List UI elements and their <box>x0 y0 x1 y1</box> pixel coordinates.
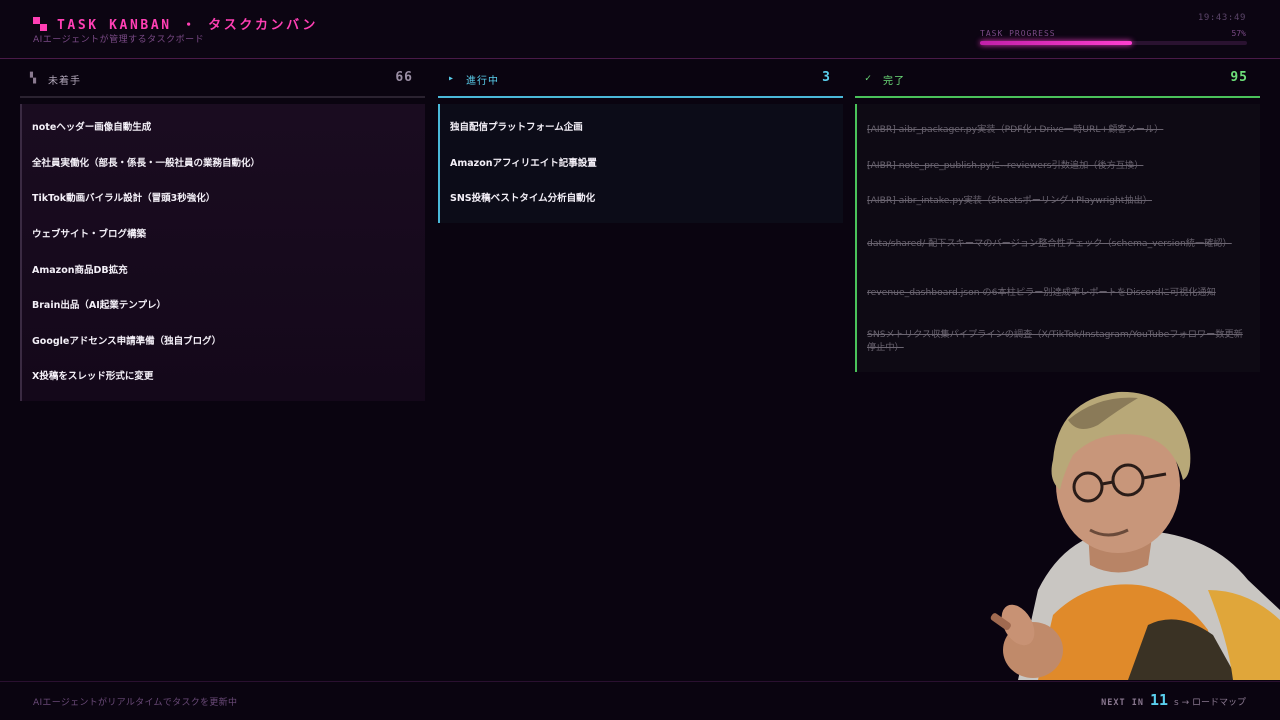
task-card[interactable]: X投稿をスレッド形式に変更 <box>22 359 425 395</box>
page-title: TASK KANBAN ・ タスクカンバン <box>57 18 318 33</box>
column-title: 進行中 <box>466 76 499 87</box>
task-card-done[interactable]: SNSメトリクス収集パイプラインの調査（X/TikTok/Instagram/Y… <box>857 317 1260 366</box>
column-body-done: [AIBR] aibr_packager.py実装（PDF化+Drive一時UR… <box>855 104 1260 372</box>
task-card-done[interactable]: [AIBR] aibr_intake.py実装（Sheetsポーリング+Play… <box>857 183 1260 219</box>
column-title: 完了 <box>883 76 905 87</box>
presenter-video <box>990 391 1280 680</box>
task-card[interactable]: 独自配信プラットフォーム企画 <box>440 110 843 146</box>
task-card-done[interactable]: [AIBR] note_pre_publish.pyに--reviewers引数… <box>857 148 1260 184</box>
column-body-in-progress: 独自配信プラットフォーム企画 Amazonアフィリエイト記事設置 SNS投稿ベス… <box>438 104 843 223</box>
task-card[interactable]: Brain出品（AI起業テンプレ） <box>22 288 425 324</box>
task-card[interactable]: SNS投稿ベストタイム分析自動化 <box>440 181 843 217</box>
column-title: 未着手 <box>48 76 81 87</box>
next-seconds: 11 <box>1149 691 1169 709</box>
task-card-done[interactable]: revenue_dashboard.json の6本柱ピラー別達成率レポートをD… <box>857 268 1260 317</box>
status-text: AIエージェントがリアルタイムでタスクを更新中 <box>33 698 238 708</box>
task-card[interactable]: Amazonアフィリエイト記事設置 <box>440 146 843 182</box>
next-countdown: NEXT IN 11 s → ロードマップ <box>1101 691 1246 709</box>
play-triangle-icon: ▸ <box>448 73 455 84</box>
progress-bar <box>980 41 1247 45</box>
column-count: 3 <box>822 70 831 85</box>
progress-bar-fill <box>980 41 1133 45</box>
header-bar: TASK KANBAN ・ タスクカンバン AIエージェントが管理するタスクボー… <box>0 0 1280 59</box>
pixel-blocks-icon: ▚ <box>30 73 37 84</box>
task-card[interactable]: ウェブサイト・ブログ構築 <box>22 217 425 253</box>
column-in-progress: ▸ 進行中 3 独自配信プラットフォーム企画 Amazonアフィリエイト記事設置… <box>438 62 843 223</box>
column-done: ✓ 完了 95 [AIBR] aibr_packager.py実装（PDF化+D… <box>855 62 1260 372</box>
progress-percent: 57% <box>1231 29 1246 38</box>
task-card-done[interactable]: data/shared/ 配下スキーマのバージョン整合性チェック（schema_… <box>857 219 1260 268</box>
task-card[interactable]: Googleアドセンス申請準備（独自ブログ） <box>22 324 425 360</box>
column-count: 95 <box>1230 70 1248 85</box>
next-label: NEXT IN <box>1101 698 1144 708</box>
next-target: s → ロードマップ <box>1174 698 1246 708</box>
column-todo: ▚ 未着手 66 noteヘッダー画像自動生成 全社員実働化（部長・係長・一般社… <box>20 62 425 401</box>
task-card[interactable]: noteヘッダー画像自動生成 <box>22 110 425 146</box>
clock: 19:43:49 <box>1197 13 1246 23</box>
task-card[interactable]: TikTok動画バイラル設計（冒頭3秒強化） <box>22 181 425 217</box>
column-header-in-progress: ▸ 進行中 3 <box>438 62 843 98</box>
column-count: 66 <box>395 70 413 85</box>
checkmark-icon: ✓ <box>865 73 872 84</box>
column-header-todo: ▚ 未着手 66 <box>20 62 425 98</box>
logo-icon <box>33 17 47 31</box>
column-body-todo: noteヘッダー画像自動生成 全社員実働化（部長・係長・一般社員の業務自動化） … <box>20 104 425 401</box>
page-subtitle: AIエージェントが管理するタスクボード <box>33 35 205 45</box>
task-card-done[interactable]: [AIBR] aibr_packager.py実装（PDF化+Drive一時UR… <box>857 112 1260 148</box>
progress-label: TASK PROGRESS <box>980 29 1056 38</box>
webcam-overlay <box>978 380 1280 680</box>
task-card[interactable]: 全社員実働化（部長・係長・一般社員の業務自動化） <box>22 146 425 182</box>
column-header-done: ✓ 完了 95 <box>855 62 1260 98</box>
task-card[interactable]: Amazon商品DB拡充 <box>22 252 425 288</box>
footer-bar: AIエージェントがリアルタイムでタスクを更新中 NEXT IN 11 s → ロ… <box>0 681 1280 720</box>
